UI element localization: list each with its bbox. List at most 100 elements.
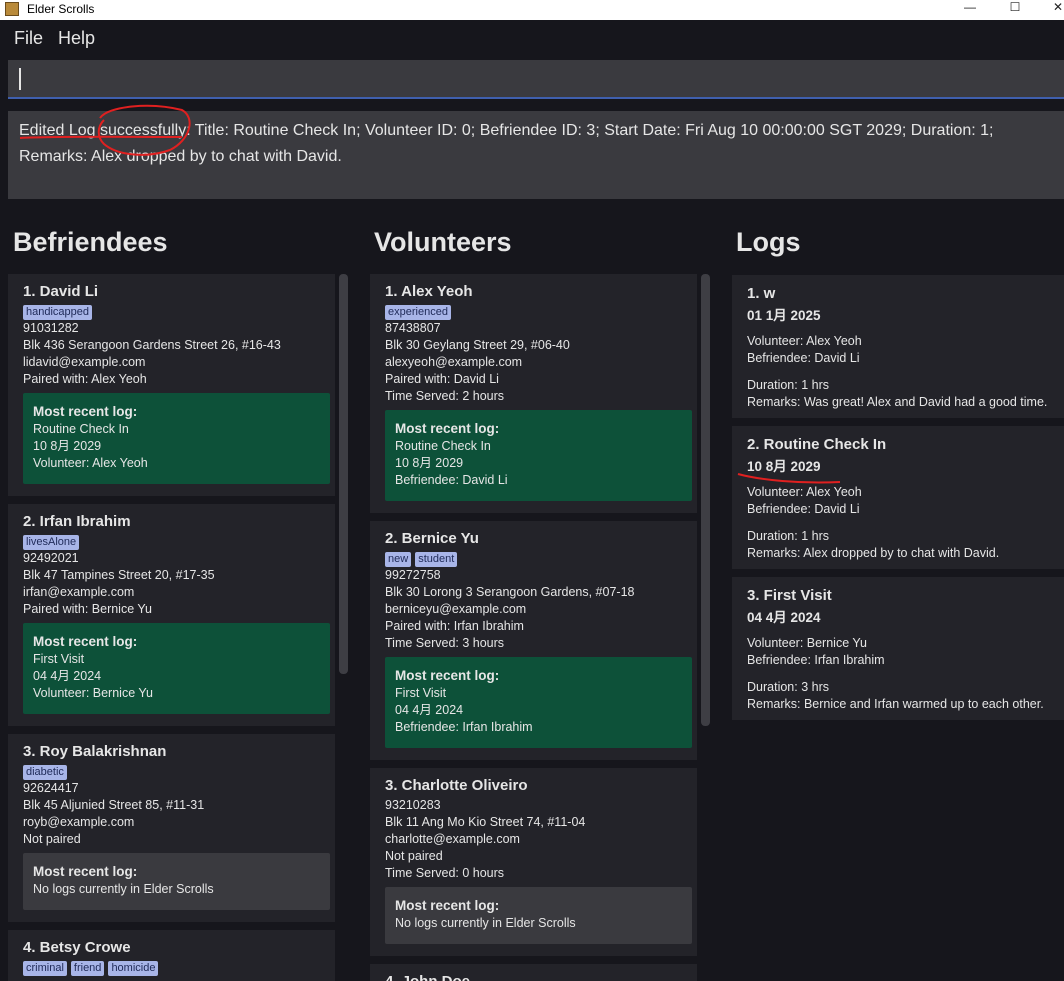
befriendee-card[interactable]: 2. Irfan Ibrahim livesAlone 92492021 Blk…: [8, 504, 335, 726]
phone: 92492021: [23, 551, 79, 565]
recent-log-line: No logs currently in Elder Scrolls: [395, 916, 576, 930]
tag: livesAlone: [23, 535, 80, 550]
pairing: Paired with: Irfan Ibrahim: [385, 619, 524, 633]
address: Blk 11 Ang Mo Kio Street 74, #11-04: [385, 815, 586, 829]
log-date: 10 8月 2029: [747, 459, 821, 474]
phone: 92624417: [23, 781, 79, 795]
volunteer-card[interactable]: 3. Charlotte Oliveiro 93210283 Blk 11 An…: [370, 768, 697, 956]
email: royb@example.com: [23, 815, 135, 829]
address: Blk 45 Aljunied Street 85, #11-31: [23, 798, 205, 812]
pairing: Paired with: Alex Yeoh: [23, 372, 147, 386]
email: alexyeoh@example.com: [385, 355, 523, 369]
menu-file[interactable]: File: [14, 27, 43, 49]
befriendee-card[interactable]: 1. David Li handicapped 91031282 Blk 436…: [8, 274, 335, 496]
text-caret: [19, 68, 21, 90]
recent-log-line: 10 8月 2029: [33, 439, 102, 453]
tag: experienced: [385, 305, 451, 320]
email: berniceyu@example.com: [385, 602, 527, 616]
log-duration: Duration: 1 hrs: [747, 529, 829, 543]
email: lidavid@example.com: [23, 355, 146, 369]
address: Blk 30 Geylang Street 29, #06-40: [385, 338, 570, 352]
pairing: Paired with: Bernice Yu: [23, 602, 153, 616]
befriendee-card[interactable]: 4. Betsy Crowe criminal friend homicide: [8, 930, 335, 981]
close-icon[interactable]: ✕: [1048, 0, 1064, 20]
recent-log-title: Most recent log:: [395, 421, 500, 436]
address: Blk 436 Serangoon Gardens Street 26, #16…: [23, 338, 281, 352]
log-duration: Duration: 3 hrs: [747, 680, 829, 694]
phone: 87438807: [385, 321, 441, 335]
recent-log-line: Routine Check In: [33, 422, 129, 436]
recent-log-box: Most recent log: No logs currently in El…: [385, 887, 692, 944]
volunteers-heading: Volunteers: [374, 227, 512, 257]
befriendee-name: 2. Irfan Ibrahim: [23, 513, 131, 530]
log-list[interactable]: 1. w 01 1月 2025 Volunteer: Alex Yeoh Bef…: [732, 272, 1064, 981]
recent-log-title: Most recent log:: [395, 898, 500, 913]
result-display: Edited Log successfully: Title: Routine …: [8, 111, 1064, 199]
recent-log-box: Most recent log: No logs currently in El…: [23, 853, 330, 910]
minimize-icon[interactable]: —: [960, 0, 980, 20]
befriendee-card[interactable]: 3. Roy Balakrishnan diabetic 92624417 Bl…: [8, 734, 335, 922]
pairing: Paired with: David Li: [385, 372, 499, 386]
phone: 93210283: [385, 798, 441, 812]
recent-log-line: 04 4月 2024: [395, 703, 464, 717]
log-befriendee: Befriendee: David Li: [747, 502, 860, 516]
window-title: Elder Scrolls: [27, 2, 95, 16]
recent-log-line: First Visit: [33, 652, 85, 666]
log-card[interactable]: 2. Routine Check In 10 8月 2029 Volunteer…: [732, 426, 1064, 569]
recent-log-title: Most recent log:: [395, 668, 500, 683]
log-volunteer: Volunteer: Bernice Yu: [747, 636, 867, 650]
recent-log-line: Volunteer: Bernice Yu: [33, 686, 153, 700]
volunteer-card[interactable]: 2. Bernice Yu new student 99272758 Blk 30…: [370, 521, 697, 760]
log-card[interactable]: 1. w 01 1月 2025 Volunteer: Alex Yeoh Bef…: [732, 275, 1064, 418]
menu-bar: File Help: [0, 20, 1064, 58]
volunteer-name: 4. John Doe: [385, 972, 697, 981]
log-date: 04 4月 2024: [747, 610, 821, 625]
recent-log-box: Most recent log: Routine Check In 10 8月 …: [23, 393, 330, 484]
recent-log-line: Volunteer: Alex Yeoh: [33, 456, 148, 470]
app-icon: [5, 2, 19, 16]
volunteer-card[interactable]: 4. John Doe: [370, 964, 697, 981]
volunteer-name: 1. Alex Yeoh: [385, 283, 473, 300]
pairing: Not paired: [385, 849, 443, 863]
befriendee-list[interactable]: 1. David Li handicapped 91031282 Blk 436…: [8, 272, 350, 981]
log-remarks: Remarks: Bernice and Irfan warmed up to …: [747, 697, 1044, 711]
log-date: 01 1月 2025: [747, 308, 821, 323]
log-title: 2. Routine Check In: [747, 436, 887, 453]
recent-log-line: 10 8月 2029: [395, 456, 464, 470]
log-volunteer: Volunteer: Alex Yeoh: [747, 485, 862, 499]
recent-log-box: Most recent log: First Visit 04 4月 2024 …: [385, 657, 692, 748]
tag: diabetic: [23, 765, 67, 780]
email: irfan@example.com: [23, 585, 135, 599]
address: Blk 47 Tampines Street 20, #17-35: [23, 568, 215, 582]
log-befriendee: Befriendee: David Li: [747, 351, 860, 365]
befriendee-name: 1. David Li: [23, 283, 99, 300]
command-input[interactable]: [8, 60, 1064, 99]
volunteer-name: 3. Charlotte Oliveiro: [385, 777, 528, 794]
tag: friend: [70, 961, 105, 976]
time-served: Time Served: 3 hours: [385, 636, 505, 650]
recent-log-line: Befriendee: David Li: [395, 473, 508, 487]
recent-log-line: First Visit: [395, 686, 447, 700]
volunteer-scrollbar[interactable]: [701, 274, 710, 726]
time-served: Time Served: 2 hours: [385, 389, 505, 403]
volunteer-list[interactable]: 1. Alex Yeoh experienced 87438807 Blk 30…: [370, 272, 712, 981]
recent-log-title: Most recent log:: [33, 634, 138, 649]
logs-heading: Logs: [736, 227, 801, 257]
recent-log-line: 04 4月 2024: [33, 669, 102, 683]
volunteer-card[interactable]: 1. Alex Yeoh experienced 87438807 Blk 30…: [370, 274, 697, 513]
log-volunteer: Volunteer: Alex Yeoh: [747, 334, 862, 348]
menu-help[interactable]: Help: [58, 27, 95, 49]
pairing: Not paired: [23, 832, 81, 846]
befriendee-scrollbar[interactable]: [339, 274, 348, 674]
tag: new: [385, 552, 412, 567]
window-title-bar: Elder Scrolls — ☐ ✕: [0, 0, 1064, 20]
tag: student: [415, 552, 458, 567]
recent-log-line: Routine Check In: [395, 439, 491, 453]
maximize-icon[interactable]: ☐: [1005, 0, 1025, 20]
recent-log-title: Most recent log:: [33, 864, 138, 879]
recent-log-line: No logs currently in Elder Scrolls: [33, 882, 214, 896]
recent-log-line: Befriendee: Irfan Ibrahim: [395, 720, 533, 734]
address: Blk 30 Lorong 3 Serangoon Gardens, #07-1…: [385, 585, 635, 599]
log-card[interactable]: 3. First Visit 04 4月 2024 Volunteer: Ber…: [732, 577, 1064, 720]
log-befriendee: Befriendee: Irfan Ibrahim: [747, 653, 885, 667]
